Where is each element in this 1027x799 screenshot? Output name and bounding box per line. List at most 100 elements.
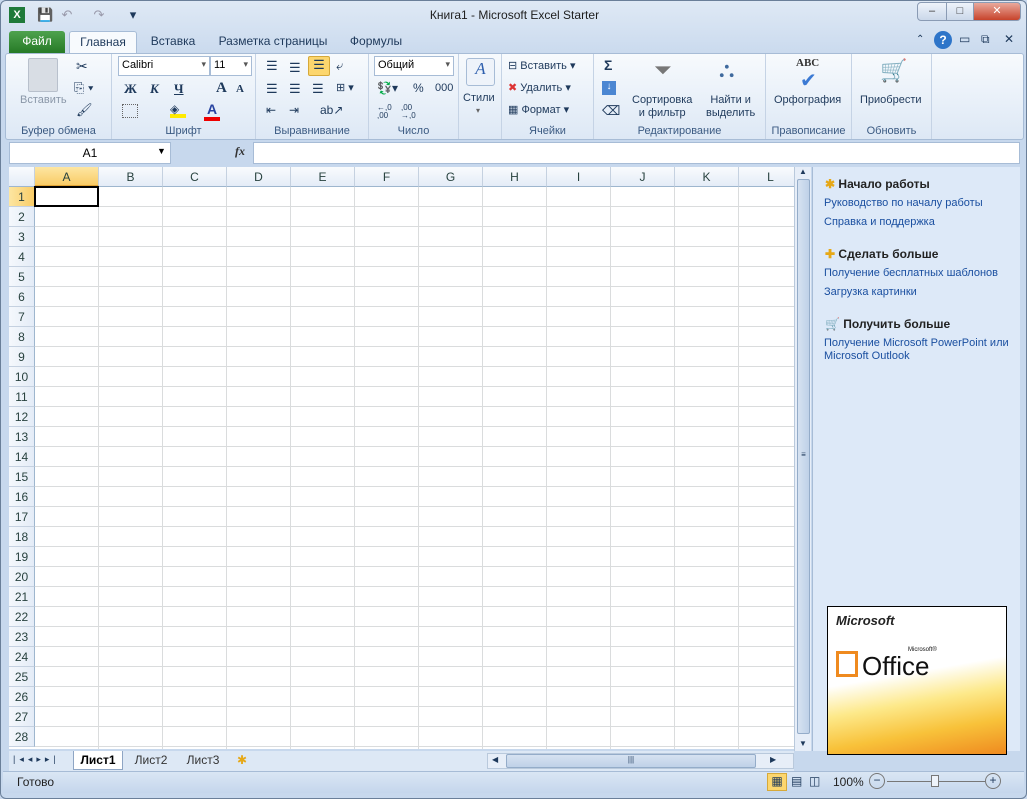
spelling-button[interactable]: Орфография bbox=[774, 94, 841, 106]
row-header-7[interactable]: 7 bbox=[9, 307, 35, 327]
doc-minimize-icon[interactable]: ▭ bbox=[959, 32, 970, 46]
insert-sheet-icon[interactable]: ✱ bbox=[237, 753, 247, 767]
sheet-nav-icons[interactable]: |◂◂▸▸| bbox=[13, 754, 60, 765]
column-header-A[interactable]: A bbox=[35, 167, 99, 187]
link-powerpoint-outlook[interactable]: Получение Microsoft PowerPoint или bbox=[824, 337, 1009, 349]
borders-icon[interactable] bbox=[122, 104, 138, 118]
zoom-in-button[interactable]: + bbox=[985, 773, 1001, 789]
column-header-G[interactable]: G bbox=[419, 167, 483, 187]
styles-button[interactable]: Стили bbox=[463, 92, 495, 104]
row-header-8[interactable]: 8 bbox=[9, 327, 35, 347]
link-getting-started[interactable]: Руководство по началу работы bbox=[824, 197, 983, 209]
row-header-6[interactable]: 6 bbox=[9, 287, 35, 307]
column-header-C[interactable]: C bbox=[163, 167, 227, 187]
merge-center-icon[interactable]: ⊞ ▾ bbox=[336, 81, 354, 94]
insert-cells-button[interactable]: ⊟ Вставить ▾ bbox=[508, 59, 576, 72]
vertical-scrollbar[interactable]: ≡ ▲ ▼ bbox=[794, 167, 811, 751]
link-clip-art[interactable]: Загрузка картинки bbox=[824, 286, 917, 298]
decrease-decimal-button[interactable]: ,00 →,0 bbox=[401, 104, 421, 120]
row-header-9[interactable]: 9 bbox=[9, 347, 35, 367]
scroll-down-icon[interactable]: ▼ bbox=[799, 739, 807, 748]
help-icon[interactable]: ? bbox=[934, 31, 952, 49]
sort-filter-button[interactable]: Сортировка и фильтр bbox=[632, 94, 692, 120]
thousands-button[interactable]: 000 bbox=[435, 82, 453, 94]
styles-icon[interactable]: A bbox=[466, 58, 495, 86]
horizontal-scrollbar[interactable]: ◀ ||| ▶ bbox=[487, 753, 794, 769]
normal-view-button[interactable]: ▦ bbox=[767, 773, 787, 791]
fill-color-icon[interactable]: ◈ bbox=[170, 102, 186, 118]
bold-button[interactable]: Ж bbox=[124, 81, 137, 97]
column-header-L[interactable]: L bbox=[739, 167, 794, 187]
close-button[interactable]: ✕ bbox=[973, 2, 1021, 21]
orientation-icon[interactable]: ab↗ bbox=[320, 103, 343, 117]
row-header-15[interactable]: 15 bbox=[9, 467, 35, 487]
paste-button[interactable]: Вставить bbox=[20, 94, 67, 106]
row-header-22[interactable]: 22 bbox=[9, 607, 35, 627]
name-box[interactable]: A1 bbox=[9, 142, 171, 164]
copy-icon[interactable]: ⎘ ▾ bbox=[74, 80, 93, 96]
column-header-I[interactable]: I bbox=[547, 167, 611, 187]
tab-formulas[interactable]: Формулы bbox=[341, 31, 411, 53]
column-header-F[interactable]: F bbox=[355, 167, 419, 187]
row-header-10[interactable]: 10 bbox=[9, 367, 35, 387]
office-ad-banner[interactable]: Microsoft Office Microsoft® bbox=[827, 606, 1007, 755]
row-header-21[interactable]: 21 bbox=[9, 587, 35, 607]
decrease-indent-icon[interactable]: ⇤ bbox=[266, 103, 276, 117]
row-header-24[interactable]: 24 bbox=[9, 647, 35, 667]
align-bottom-icon[interactable]: ☰ bbox=[308, 56, 330, 76]
row-header-17[interactable]: 17 bbox=[9, 507, 35, 527]
row-header-14[interactable]: 14 bbox=[9, 447, 35, 467]
row-header-16[interactable]: 16 bbox=[9, 487, 35, 507]
row-header-25[interactable]: 25 bbox=[9, 667, 35, 687]
row-header-3[interactable]: 3 bbox=[9, 227, 35, 247]
cut-icon[interactable]: ✂ bbox=[76, 58, 88, 75]
row-header-19[interactable]: 19 bbox=[9, 547, 35, 567]
row-header-20[interactable]: 20 bbox=[9, 567, 35, 587]
font-color-icon[interactable]: A bbox=[204, 101, 220, 121]
doc-restore-icon[interactable]: ⧉ bbox=[981, 32, 990, 47]
worksheet-grid[interactable]: A B C D E F G H I J K L 1 2 3 4 5 6 7 8 9 10 11 12 13 14 15 16 17 18 1… bbox=[9, 167, 794, 749]
row-header-23[interactable]: 23 bbox=[9, 627, 35, 647]
align-right-icon[interactable]: ☰ bbox=[312, 81, 324, 97]
increase-decimal-button[interactable]: ←,0 ,00 bbox=[377, 104, 397, 120]
row-header-13[interactable]: 13 bbox=[9, 427, 35, 447]
wrap-text-icon[interactable]: ⤶ bbox=[336, 58, 343, 74]
align-top-icon[interactable]: ☰ bbox=[266, 58, 278, 74]
maximize-button[interactable]: □ bbox=[946, 2, 974, 21]
collapse-ribbon-icon[interactable]: ⌃ bbox=[916, 34, 924, 45]
scroll-right-icon[interactable]: ▶ bbox=[770, 755, 776, 764]
insert-function-button[interactable]: fx bbox=[235, 144, 245, 159]
link-help-support[interactable]: Справка и поддержка bbox=[824, 216, 935, 228]
h-scroll-thumb[interactable]: ||| bbox=[506, 754, 756, 768]
page-break-view-button[interactable]: ◫ bbox=[809, 774, 820, 788]
clear-icon[interactable]: ⌫ bbox=[602, 103, 620, 119]
formula-input[interactable] bbox=[253, 142, 1020, 164]
row-header-11[interactable]: 11 bbox=[9, 387, 35, 407]
scroll-left-icon[interactable]: ◀ bbox=[492, 755, 498, 764]
row-header-28[interactable]: 28 bbox=[9, 727, 35, 747]
tab-insert[interactable]: Вставка bbox=[141, 31, 205, 53]
align-middle-icon[interactable]: ☰ bbox=[289, 60, 301, 76]
column-header-B[interactable]: B bbox=[99, 167, 163, 187]
column-header-E[interactable]: E bbox=[291, 167, 355, 187]
sheet-tab-3[interactable]: Лист3 bbox=[179, 753, 227, 767]
page-layout-view-button[interactable]: ▤ bbox=[791, 774, 802, 788]
align-center-icon[interactable]: ☰ bbox=[289, 81, 301, 97]
font-size-select[interactable]: 11 bbox=[210, 56, 252, 76]
row-header-5[interactable]: 5 bbox=[9, 267, 35, 287]
delete-cells-button[interactable]: ✖ Удалить ▾ bbox=[508, 81, 571, 94]
paste-icon[interactable] bbox=[28, 58, 58, 92]
zoom-slider-thumb[interactable] bbox=[931, 775, 939, 787]
increase-indent-icon[interactable]: ⇥ bbox=[289, 103, 299, 117]
buy-button[interactable]: Приобрести bbox=[860, 94, 922, 106]
sheet-tab-1[interactable]: Лист1 bbox=[73, 751, 123, 770]
fill-icon[interactable]: ↓ bbox=[602, 81, 616, 95]
column-header-D[interactable]: D bbox=[227, 167, 291, 187]
find-select-button[interactable]: Найти и выделить bbox=[706, 94, 755, 120]
underline-button[interactable]: Ч bbox=[174, 81, 184, 97]
row-header-4[interactable]: 4 bbox=[9, 247, 35, 267]
shrink-font-button[interactable]: A bbox=[236, 83, 244, 95]
grow-font-button[interactable]: A bbox=[216, 80, 227, 97]
zoom-level[interactable]: 100% bbox=[833, 775, 864, 789]
row-header-2[interactable]: 2 bbox=[9, 207, 35, 227]
